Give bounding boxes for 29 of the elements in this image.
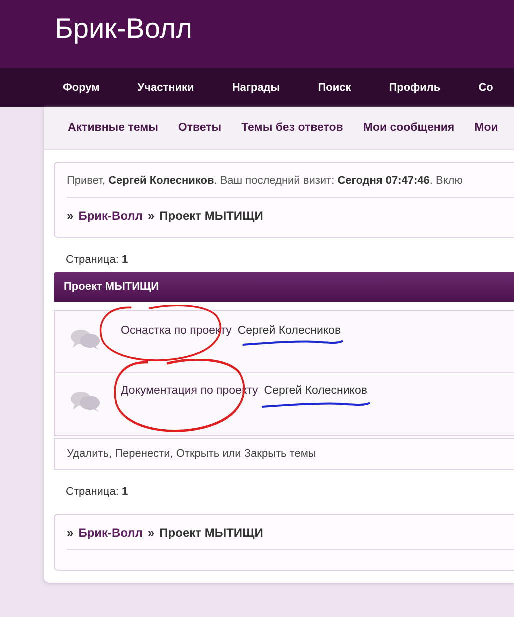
- nav-link[interactable]: Участники: [138, 82, 194, 94]
- nav-link[interactable]: Профиль: [389, 82, 441, 94]
- breadcrumb-separator: »: [67, 209, 74, 223]
- sub-nav-link[interactable]: Мои сообщения: [363, 122, 455, 134]
- sub-nav-link[interactable]: Активные темы: [68, 122, 158, 134]
- author-link[interactable]: Сергей Колесников: [238, 325, 342, 337]
- nav-link[interactable]: Со: [478, 82, 494, 94]
- page-number: Страница: 1: [66, 486, 130, 498]
- breadcrumb-current: Проект МЫТИЩИ: [160, 526, 264, 540]
- page-number: Страница: 1: [66, 254, 130, 266]
- breadcrumb-separator: »: [67, 526, 74, 540]
- breadcrumb-separator: »: [148, 526, 155, 540]
- site-title[interactable]: Брик-Волл: [55, 13, 192, 45]
- speech-bubbles-icon: [71, 329, 101, 351]
- nav-link[interactable]: Награды: [232, 82, 280, 94]
- author-link[interactable]: Сергей Колесников: [264, 385, 368, 397]
- breadcrumb-link[interactable]: Брик-Волл: [78, 526, 143, 540]
- speech-bubbles-icon: [71, 391, 101, 413]
- moderation-link[interactable]: Удалить, Перенести, Открыть или Закрыть темы: [67, 448, 316, 460]
- breadcrumb-link[interactable]: Брик-Волл: [78, 209, 143, 223]
- sub-nav-link[interactable]: Темы без ответов: [242, 122, 344, 134]
- nav-link[interactable]: Форум: [63, 82, 100, 94]
- breadcrumb-separator: »: [148, 209, 155, 223]
- nav-link[interactable]: Поиск: [318, 82, 352, 94]
- category-header: Проект МЫТИЩИ: [54, 272, 514, 302]
- breadcrumb-current: Проект МЫТИЩИ: [160, 209, 264, 223]
- sub-nav-link[interactable]: Мои: [474, 122, 498, 134]
- sub-nav-link[interactable]: Ответы: [178, 122, 222, 134]
- welcome-text: Привет, Сергей Колесников. Ваш последний визит: Сегодня 07:47:46. Вклю: [67, 163, 514, 198]
